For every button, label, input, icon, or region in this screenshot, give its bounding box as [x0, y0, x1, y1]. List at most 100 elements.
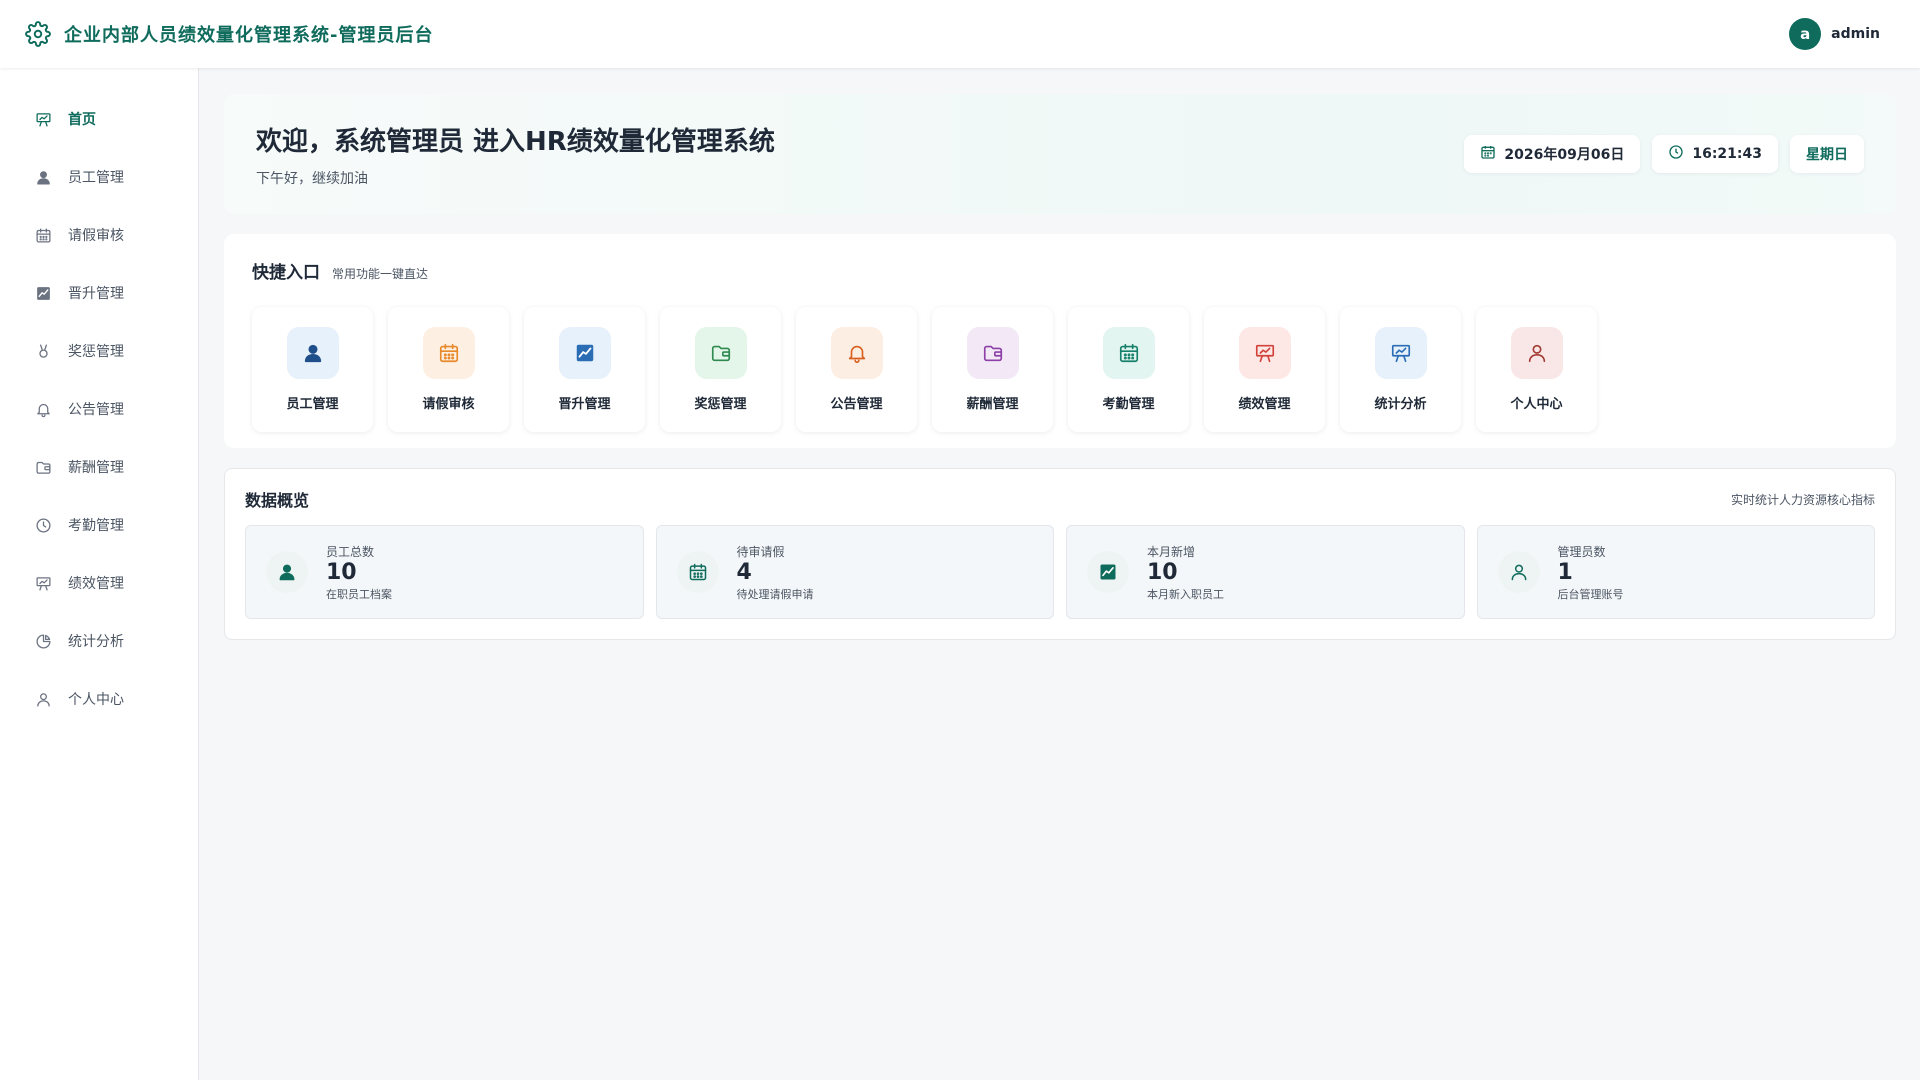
medal-icon	[34, 342, 52, 360]
weekday-text: 星期日	[1806, 147, 1848, 163]
data-overview-panel: 数据概览 实时统计人力资源核心指标 员工总数 10 在职员工档案 待审请假 4 待处理请假…	[224, 468, 1896, 640]
stat-description: 本月新入职员工	[1147, 587, 1224, 601]
stat-description: 待处理请假申请	[736, 587, 814, 601]
quick-entry-title: 快捷入口	[252, 263, 320, 283]
main-content: 欢迎，系统管理员 进入HR绩效量化管理系统 下午好，继续加油 2026年09月0…	[224, 94, 1896, 640]
sidebar-item-label: 公告管理	[68, 402, 124, 418]
quick-entry-label: 统计分析	[1374, 397, 1427, 412]
wallet-icon	[694, 327, 747, 379]
time-text: 16:21:43	[1692, 146, 1762, 162]
sidebar-item[interactable]: 统计分析	[0, 612, 198, 670]
sidebar-item[interactable]: 请假审核	[0, 206, 198, 264]
stat-card: 待审请假 4 待处理请假申请	[655, 525, 1054, 619]
quick-entry-label: 个人中心	[1510, 397, 1563, 412]
sidebar-item-label: 晋升管理	[68, 286, 124, 302]
clock-icon	[34, 516, 52, 534]
welcome-banner: 欢迎，系统管理员 进入HR绩效量化管理系统 下午好，继续加油 2026年09月0…	[224, 94, 1896, 214]
sidebar-item[interactable]: 首页	[0, 90, 198, 148]
quick-entry-tile[interactable]: 统计分析	[1340, 307, 1461, 432]
sidebar-item-label: 奖惩管理	[68, 344, 124, 360]
user-outline-icon	[1510, 327, 1563, 379]
bell-icon	[34, 400, 52, 418]
sidebar-item-label: 薪酬管理	[68, 460, 124, 476]
overview-subtitle: 实时统计人力资源核心指标	[1730, 492, 1875, 507]
quick-entry-label: 绩效管理	[1238, 397, 1291, 412]
date-text: 2026年09月06日	[1504, 147, 1625, 163]
quick-entry-tile[interactable]: 考勤管理	[1068, 307, 1189, 432]
sidebar-item-label: 考勤管理	[68, 518, 124, 534]
welcome-heading: 欢迎，系统管理员 进入HR绩效量化管理系统	[256, 126, 775, 157]
sidebar-item-label: 员工管理	[68, 170, 124, 186]
quick-entry-label: 请假审核	[422, 397, 475, 412]
user-icon	[34, 168, 52, 186]
quick-entry-label: 考勤管理	[1102, 397, 1155, 412]
sidebar-item-label: 个人中心	[68, 692, 124, 708]
top-header: 企业内部人员绩效量化管理系统-管理员后台 a admin	[0, 0, 1920, 68]
quick-entry-label: 晋升管理	[558, 397, 611, 412]
wallet-icon	[34, 458, 52, 476]
user-icon	[266, 551, 308, 593]
gear-icon	[24, 20, 52, 48]
user-outline-icon	[34, 690, 52, 708]
stat-value: 10	[326, 559, 357, 585]
trend-chart-icon	[1087, 551, 1129, 593]
quick-entry-tile[interactable]: 薪酬管理	[932, 307, 1053, 432]
bell-icon	[830, 327, 883, 379]
stat-label: 员工总数	[326, 544, 375, 559]
stat-label: 待审请假	[736, 544, 785, 559]
quick-entry-label: 员工管理	[286, 397, 339, 412]
sidebar-item[interactable]: 奖惩管理	[0, 322, 198, 380]
sidebar-item[interactable]: 公告管理	[0, 380, 198, 438]
trend-chart-icon	[558, 327, 611, 379]
sidebar-item[interactable]: 员工管理	[0, 148, 198, 206]
quick-entry-tile[interactable]: 公告管理	[796, 307, 917, 432]
sidebar-item[interactable]: 绩效管理	[0, 554, 198, 612]
quick-entry-label: 薪酬管理	[966, 397, 1019, 412]
stat-card: 员工总数 10 在职员工档案	[245, 525, 644, 619]
wallet-icon	[966, 327, 1019, 379]
quick-entry-tile[interactable]: 个人中心	[1476, 307, 1597, 432]
sidebar-item-label: 首页	[68, 112, 96, 128]
user-outline-icon	[1497, 551, 1540, 593]
sidebar-item[interactable]: 薪酬管理	[0, 438, 198, 496]
quick-entry-label: 奖惩管理	[694, 397, 747, 412]
calendar-icon	[1102, 327, 1155, 379]
date-chip: 2026年09月06日	[1464, 135, 1641, 173]
overview-title: 数据概览	[245, 491, 310, 510]
stat-label: 本月新增	[1147, 544, 1196, 559]
quick-entry-tile[interactable]: 请假审核	[388, 307, 509, 432]
quick-entry-subtitle: 常用功能一键直达	[332, 267, 429, 281]
sidebar-item[interactable]: 个人中心	[0, 670, 198, 728]
sidebar-item-label: 绩效管理	[68, 576, 124, 592]
time-chip: 16:21:43	[1652, 135, 1778, 173]
presentation-icon	[1238, 327, 1291, 379]
stat-description: 在职员工档案	[326, 587, 392, 601]
calendar-icon	[1480, 144, 1496, 164]
quick-entry-tiles: 员工管理 请假审核 晋升管理 奖惩管理 公告管理 薪酬管理 考勤管理 绩效管理 统计分析 个人中心	[252, 307, 1868, 432]
quick-entry-panel: 快捷入口 常用功能一键直达 员工管理 请假审核 晋升管理 奖惩管理 公告管理 薪酬管理 考勤…	[224, 234, 1896, 448]
avatar[interactable]: a	[1789, 18, 1822, 50]
stat-card: 管理员数 1 后台管理账号	[1476, 525, 1875, 619]
user-icon	[286, 327, 339, 379]
stat-label: 管理员数	[1557, 544, 1606, 559]
pie-chart-icon	[34, 632, 52, 650]
app-title: 企业内部人员绩效量化管理系统-管理员后台	[64, 25, 434, 46]
quick-entry-tile[interactable]: 奖惩管理	[660, 307, 781, 432]
user-menu[interactable]: a admin	[1789, 18, 1880, 50]
clock-icon	[1668, 144, 1684, 164]
calendar-icon	[422, 327, 475, 379]
quick-entry-label: 公告管理	[830, 397, 883, 412]
sidebar-item-label: 请假审核	[68, 228, 124, 244]
sidebar-item[interactable]: 考勤管理	[0, 496, 198, 554]
presentation-icon	[34, 110, 52, 128]
calendar-icon	[34, 226, 52, 244]
username[interactable]: admin	[1831, 26, 1880, 42]
sidebar-item[interactable]: 晋升管理	[0, 264, 198, 322]
welcome-subtext: 下午好，继续加油	[256, 170, 368, 187]
quick-entry-tile[interactable]: 绩效管理	[1204, 307, 1325, 432]
quick-entry-tile[interactable]: 员工管理	[252, 307, 373, 432]
quick-entry-tile[interactable]: 晋升管理	[524, 307, 645, 432]
trend-chart-icon	[34, 284, 52, 302]
weekday-chip: 星期日	[1790, 135, 1864, 173]
stat-value: 1	[1557, 559, 1573, 585]
